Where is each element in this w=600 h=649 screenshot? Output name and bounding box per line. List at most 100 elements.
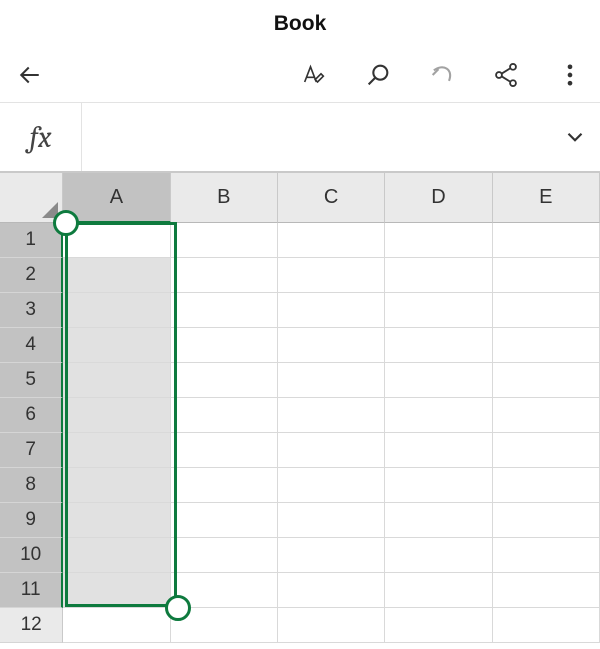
cell[interactable]: [278, 398, 385, 433]
formula-expand-button[interactable]: [550, 103, 600, 171]
cell[interactable]: [278, 503, 385, 538]
cell[interactable]: [493, 538, 600, 573]
cell[interactable]: [385, 293, 492, 328]
cell[interactable]: [63, 398, 170, 433]
grid-row: 6: [0, 398, 600, 433]
grid-row: 8: [0, 468, 600, 503]
row-header[interactable]: 7: [0, 433, 63, 468]
selection-handle-bottom-right[interactable]: [165, 595, 191, 621]
cell[interactable]: [385, 398, 492, 433]
document-title: Book: [274, 12, 327, 36]
cell[interactable]: [385, 223, 492, 258]
formula-input[interactable]: [82, 103, 550, 171]
cell[interactable]: [493, 223, 600, 258]
cell[interactable]: [63, 608, 170, 643]
row-header[interactable]: 6: [0, 398, 63, 433]
cell[interactable]: [278, 573, 385, 608]
column-header[interactable]: B: [171, 173, 278, 223]
cell[interactable]: [63, 328, 170, 363]
back-button[interactable]: [12, 57, 48, 93]
grid-row: 3: [0, 293, 600, 328]
title-bar: Book: [0, 0, 600, 48]
row-header[interactable]: 2: [0, 258, 63, 293]
cell[interactable]: [385, 258, 492, 293]
cell[interactable]: [171, 468, 278, 503]
cell[interactable]: [385, 328, 492, 363]
cell[interactable]: [63, 258, 170, 293]
font-pencil-icon: [300, 61, 328, 89]
grid-row: 7: [0, 433, 600, 468]
search-button[interactable]: [360, 57, 396, 93]
cell[interactable]: [493, 608, 600, 643]
row-header[interactable]: 9: [0, 503, 63, 538]
cell[interactable]: [63, 363, 170, 398]
cell[interactable]: [63, 503, 170, 538]
cell[interactable]: [278, 363, 385, 398]
column-header[interactable]: A: [63, 173, 170, 223]
cell[interactable]: [171, 538, 278, 573]
cell[interactable]: [385, 433, 492, 468]
column-headers: ABCDE: [0, 173, 600, 223]
cell[interactable]: [493, 328, 600, 363]
selection-handle-top-left[interactable]: [53, 210, 79, 236]
cell[interactable]: [278, 293, 385, 328]
cell[interactable]: [493, 433, 600, 468]
cell[interactable]: [171, 223, 278, 258]
cell[interactable]: [171, 258, 278, 293]
cell[interactable]: [493, 573, 600, 608]
column-header[interactable]: D: [385, 173, 492, 223]
cell[interactable]: [493, 503, 600, 538]
grid-row: 11: [0, 573, 600, 608]
search-icon: [364, 61, 392, 89]
cell[interactable]: [493, 398, 600, 433]
column-header[interactable]: E: [493, 173, 600, 223]
cell[interactable]: [63, 573, 170, 608]
cell[interactable]: [385, 503, 492, 538]
cell[interactable]: [278, 433, 385, 468]
cell[interactable]: [63, 223, 170, 258]
chevron-down-icon: [562, 124, 588, 150]
cell[interactable]: [385, 573, 492, 608]
cell[interactable]: [493, 293, 600, 328]
fx-label[interactable]: fx: [0, 103, 82, 171]
row-header[interactable]: 10: [0, 538, 63, 573]
row-header[interactable]: 4: [0, 328, 63, 363]
cell[interactable]: [278, 223, 385, 258]
cell[interactable]: [493, 363, 600, 398]
column-header[interactable]: C: [278, 173, 385, 223]
toolbar: [0, 48, 600, 102]
cell[interactable]: [171, 293, 278, 328]
undo-button[interactable]: [424, 57, 460, 93]
cell[interactable]: [63, 293, 170, 328]
cell[interactable]: [493, 468, 600, 503]
row-header[interactable]: 3: [0, 293, 63, 328]
more-button[interactable]: [552, 57, 588, 93]
cell[interactable]: [171, 433, 278, 468]
row-header[interactable]: 5: [0, 363, 63, 398]
cell[interactable]: [63, 468, 170, 503]
cell[interactable]: [63, 538, 170, 573]
cell[interactable]: [278, 538, 385, 573]
cell[interactable]: [171, 363, 278, 398]
cell[interactable]: [171, 328, 278, 363]
grid-row: 12: [0, 608, 600, 643]
undo-icon: [428, 61, 456, 89]
share-button[interactable]: [488, 57, 524, 93]
row-header[interactable]: 12: [0, 608, 63, 643]
cell[interactable]: [493, 258, 600, 293]
cell[interactable]: [385, 538, 492, 573]
cell[interactable]: [385, 468, 492, 503]
cell[interactable]: [171, 503, 278, 538]
grid-row: 10: [0, 538, 600, 573]
cell[interactable]: [171, 398, 278, 433]
row-header[interactable]: 8: [0, 468, 63, 503]
cell[interactable]: [278, 328, 385, 363]
cell[interactable]: [278, 608, 385, 643]
cell[interactable]: [385, 608, 492, 643]
row-header[interactable]: 11: [0, 573, 63, 608]
cell[interactable]: [278, 468, 385, 503]
font-format-button[interactable]: [296, 57, 332, 93]
cell[interactable]: [63, 433, 170, 468]
cell[interactable]: [385, 363, 492, 398]
cell[interactable]: [278, 258, 385, 293]
